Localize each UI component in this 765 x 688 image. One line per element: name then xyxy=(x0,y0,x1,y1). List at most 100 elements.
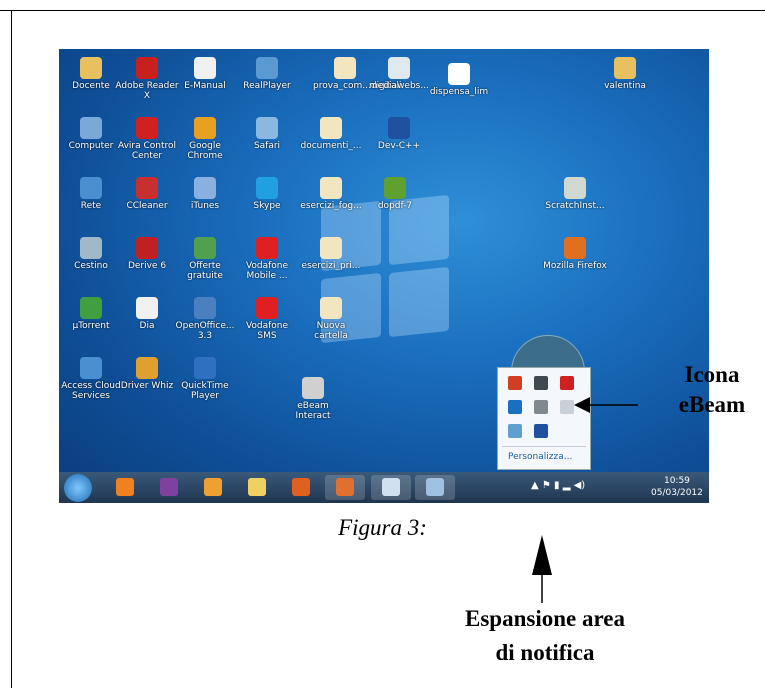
clock-time: 10:59 xyxy=(663,476,690,486)
desktop-icon-label: esercizi_pri... xyxy=(301,261,361,271)
desktop-icon[interactable]: Derive 6 xyxy=(115,237,179,271)
desktop-icon-label: Vodafone Mobile ... xyxy=(245,261,289,281)
desktop-icon-label: Vodafone SMS xyxy=(245,321,289,341)
desktop-icon[interactable]: eBeam Interact xyxy=(281,377,345,421)
desktop-icon[interactable]: ScratchInst... xyxy=(543,177,607,211)
desktop-icon-label: Google Chrome xyxy=(187,141,223,161)
notification-area-popup: Personalizza... xyxy=(497,367,591,470)
desktop-icon-label: Dia xyxy=(139,321,155,331)
taskbar-explorer-button[interactable] xyxy=(237,475,277,500)
ebeam-icon[interactable] xyxy=(534,400,548,414)
app-icon xyxy=(320,237,342,259)
desktop-icon-label: valentina xyxy=(604,81,646,91)
desktop-icon[interactable]: valentina xyxy=(593,57,657,91)
desktop-icon[interactable]: OpenOffice... 3.3 xyxy=(173,297,237,341)
desktop-icon[interactable]: esercizi_fog... xyxy=(299,177,363,211)
desktop-icon[interactable]: Adobe Reader X xyxy=(115,57,179,101)
desktop-icon[interactable]: Cestino xyxy=(59,237,123,271)
desktop-icon[interactable]: Computer xyxy=(59,117,123,151)
app-icon xyxy=(136,177,158,199)
app-icon xyxy=(256,177,278,199)
desktop-icon-label: eBeam Interact xyxy=(295,401,331,421)
explorer-icon xyxy=(248,478,266,496)
app-icon xyxy=(194,357,216,379)
taskbar-vlc-button[interactable] xyxy=(105,475,145,500)
desktop-icon[interactable]: CCleaner xyxy=(115,177,179,211)
volume-icon[interactable] xyxy=(508,376,522,390)
paint-icon xyxy=(426,478,444,496)
desktop-icon[interactable]: Mozilla Firefox xyxy=(543,237,607,271)
desktop-icon[interactable]: Driver Whiz xyxy=(115,357,179,391)
network-icon[interactable] xyxy=(534,376,548,390)
start-button[interactable] xyxy=(64,474,92,502)
taskbar-winrar-button[interactable] xyxy=(149,475,189,500)
desktop-icon[interactable]: Google Chrome xyxy=(173,117,237,161)
desktop-icon-label: mediawebs... xyxy=(369,81,429,91)
app-icon xyxy=(334,57,356,79)
app-icon xyxy=(564,177,586,199)
callout-right-line1: Icona xyxy=(684,362,740,387)
desktop-icon[interactable]: Offerte gratuite xyxy=(173,237,237,281)
app-icon xyxy=(136,117,158,139)
desktop-icon[interactable]: Access Cloud Services xyxy=(59,357,123,401)
desktop-icon[interactable]: QuickTime Player xyxy=(173,357,237,401)
desktop-icon[interactable]: Avira Control Center xyxy=(115,117,179,161)
app-icon xyxy=(80,57,102,79)
desktop-icon[interactable]: Rete xyxy=(59,177,123,211)
desktop-icon-label: µTorrent xyxy=(72,321,110,331)
avira-icon[interactable] xyxy=(560,376,574,390)
taskbar-document-button[interactable] xyxy=(371,475,411,500)
desktop-icon-label: documenti_... xyxy=(300,141,362,151)
desktop-icon-label: esercizi_fog... xyxy=(300,201,362,211)
app-icon xyxy=(80,237,102,259)
taskbar-scratch-button[interactable] xyxy=(193,475,233,500)
desktop-icon-label: Nuova cartella xyxy=(314,321,348,341)
desktop-icon-label: RealPlayer xyxy=(243,81,291,91)
callout-bottom-line2: di notifica xyxy=(495,640,595,665)
desktop-icon[interactable]: dopdf-7 xyxy=(363,177,427,211)
desktop-icon[interactable]: dispensa_lim xyxy=(427,63,491,97)
desktop-icon[interactable]: esercizi_pri... xyxy=(299,237,363,271)
security-icon[interactable] xyxy=(508,424,522,438)
desktop-icon[interactable]: Dev-C++ xyxy=(367,117,431,151)
app-icon xyxy=(384,177,406,199)
desktop-icon[interactable]: RealPlayer xyxy=(235,57,299,91)
app-icon xyxy=(80,177,102,199)
monitor-icon[interactable] xyxy=(534,424,548,438)
callout-arrow-up xyxy=(532,535,552,603)
app-icon xyxy=(256,117,278,139)
desktop-icon[interactable]: Safari xyxy=(235,117,299,151)
system-tray[interactable]: ▲ ⚑ ▮ ▂ ◀) xyxy=(531,480,585,491)
desktop-icon[interactable]: mediawebs... xyxy=(367,57,431,91)
callout-right-line2: eBeam xyxy=(678,392,746,417)
desktop-icon[interactable]: Vodafone SMS xyxy=(235,297,299,341)
taskbar-paint-button[interactable] xyxy=(415,475,455,500)
callout-bottom-line1: Espansione area xyxy=(465,606,625,631)
page-left-rule xyxy=(11,10,12,688)
taskbar-firefox-active-button[interactable] xyxy=(325,475,365,500)
desktop-icon[interactable]: Nuova cartella xyxy=(299,297,363,341)
desktop-icon[interactable]: Skype xyxy=(235,177,299,211)
app-icon xyxy=(320,177,342,199)
desktop-icon[interactable]: Docente xyxy=(59,57,123,91)
desktop-icon[interactable]: µTorrent xyxy=(59,297,123,331)
taskbar-firefox-button[interactable] xyxy=(281,475,321,500)
desktop-screenshot: Docente Adobe Reader X E-Manual RealPlayer p… xyxy=(59,49,709,503)
clock[interactable]: 10:59 05/03/2012 xyxy=(651,475,703,499)
figure-caption: Figura 3: xyxy=(338,515,427,540)
desktop-icon[interactable]: E-Manual xyxy=(173,57,237,91)
customize-link[interactable]: Personalizza... xyxy=(508,452,572,462)
desktop-icon[interactable]: iTunes xyxy=(173,177,237,211)
app-icon xyxy=(194,177,216,199)
app-icon xyxy=(256,57,278,79)
desktop-icon-label: iTunes xyxy=(190,201,220,211)
desktop-icon[interactable]: Dia xyxy=(115,297,179,331)
skype-icon[interactable] xyxy=(508,400,522,414)
desktop-icon-label: Mozilla Firefox xyxy=(543,261,607,271)
desktop-icon-label: ScratchInst... xyxy=(545,201,605,211)
taskbar: ▲ ⚑ ▮ ▂ ◀) 10:59 05/03/2012 xyxy=(59,472,709,503)
desktop-icon[interactable]: documenti_... xyxy=(299,117,363,151)
desktop-icon-label: Offerte gratuite xyxy=(187,261,223,281)
desktop-icon-label: Docente xyxy=(72,81,110,91)
desktop-icon[interactable]: Vodafone Mobile ... xyxy=(235,237,299,281)
